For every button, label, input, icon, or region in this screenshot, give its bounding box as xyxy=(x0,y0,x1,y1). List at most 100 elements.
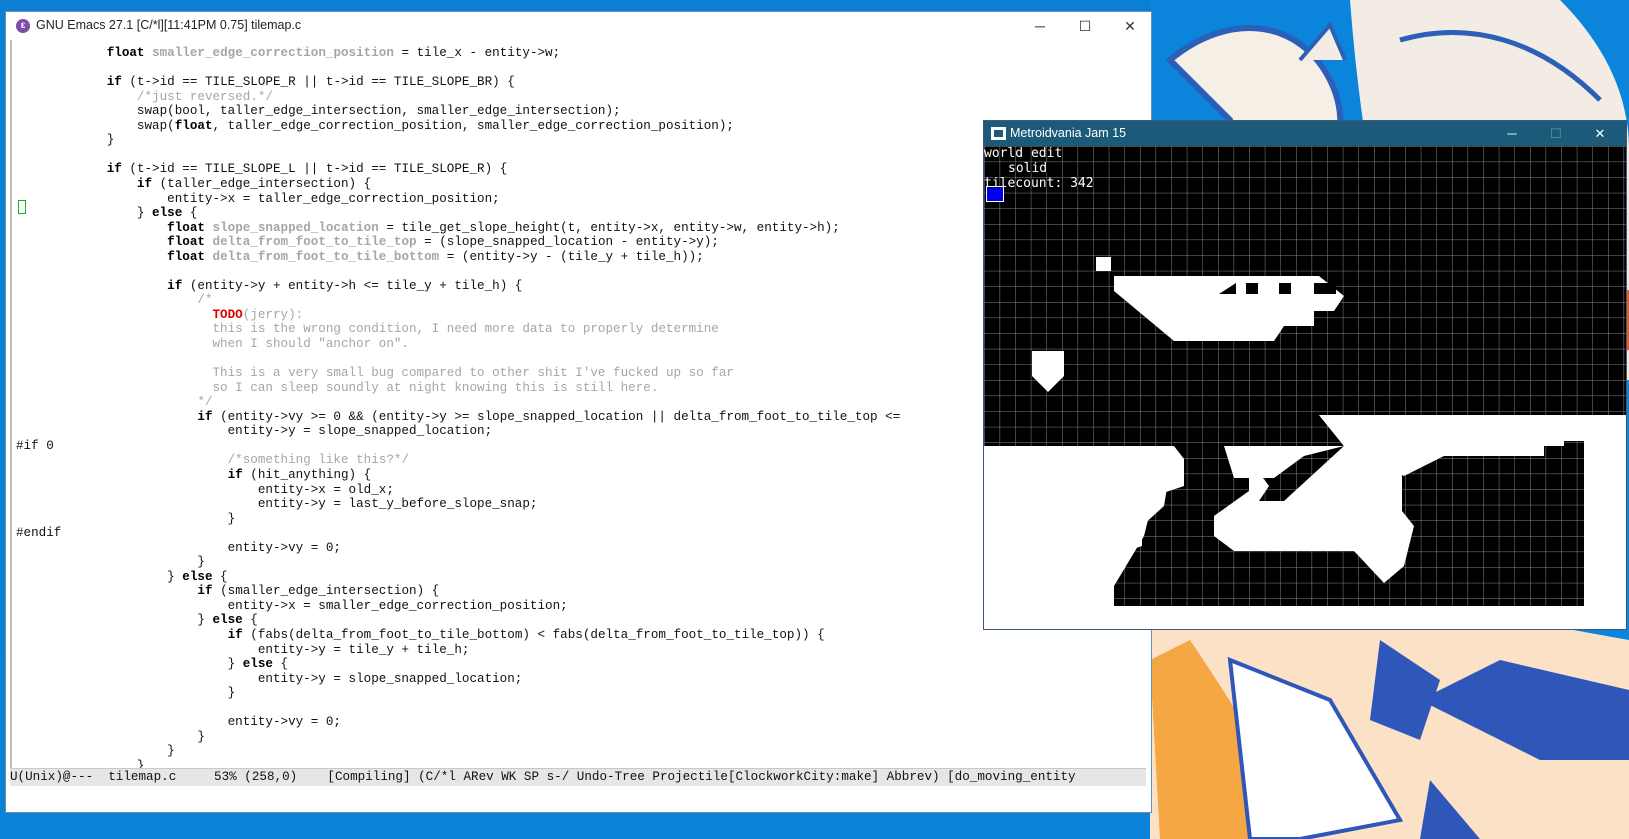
code-token: (entity->vy >= 0 && (entity->y >= slope_… xyxy=(212,409,901,424)
code-line[interactable]: TODO(jerry): xyxy=(16,307,304,323)
emacs-mode-line: U(Unix)@--- tilemap.c 53% (258,0) [Compi… xyxy=(10,768,1146,786)
code-token: { xyxy=(242,613,258,628)
code-line[interactable]: float delta_from_foot_to_tile_bottom = (… xyxy=(16,250,704,265)
game-titlebar[interactable]: Metroidvania Jam 15 ─ ☐ ✕ xyxy=(984,121,1626,146)
code-line[interactable]: } xyxy=(16,730,205,745)
code-token: slope_snapped_location xyxy=(212,220,379,235)
code-line[interactable]: #endif xyxy=(16,526,61,541)
code-line[interactable]: } xyxy=(16,133,115,148)
code-line[interactable]: if (smaller_edge_intersection) { xyxy=(16,584,439,599)
game-window[interactable]: Metroidvania Jam 15 ─ ☐ ✕ world edit sol… xyxy=(984,121,1626,629)
code-token: /* xyxy=(197,293,213,308)
code-token: = tile_x - entity->w; xyxy=(393,46,561,60)
code-line[interactable]: entity->y = slope_snapped_location; xyxy=(16,672,523,687)
code-token: entity->vy = 0; xyxy=(16,715,341,730)
code-line[interactable]: float smaller_edge_correction_position =… xyxy=(16,46,560,61)
code-line[interactable]: } else { xyxy=(16,569,227,585)
code-token: else xyxy=(182,569,213,584)
code-line[interactable]: } xyxy=(16,512,236,527)
code-token: #endif xyxy=(16,526,62,541)
game-viewport[interactable]: world edit solid tilecount: 342 xyxy=(984,146,1626,628)
code-token: float xyxy=(106,46,145,60)
code-token: else xyxy=(212,613,243,628)
code-token: delta_from_foot_to_tile_top xyxy=(212,235,417,250)
code-line[interactable]: This is a very small bug compared to oth… xyxy=(16,366,734,381)
code-token: smaller_edge_correction_position xyxy=(152,46,394,60)
code-token: } xyxy=(16,729,205,744)
code-line[interactable]: if (entity->vy >= 0 && (entity->y >= slo… xyxy=(16,410,900,425)
code-line[interactable]: swap(bool, taller_edge_intersection, sma… xyxy=(16,104,621,119)
code-line[interactable]: float delta_from_foot_to_tile_top = (slo… xyxy=(16,235,719,250)
game-minimize-button[interactable]: ─ xyxy=(1490,121,1534,146)
emacs-maximize-button[interactable]: ☐ xyxy=(1063,14,1107,38)
code-token: (smaller_edge_intersection) { xyxy=(212,584,440,599)
code-line[interactable]: entity->x = old_x; xyxy=(16,483,394,498)
code-token: float xyxy=(167,220,205,235)
game-close-button[interactable]: ✕ xyxy=(1578,121,1622,146)
code-token: entity->y = last_y_before_slope_snap; xyxy=(16,497,538,512)
code-line[interactable]: if (entity->y + entity->h <= tile_y + ti… xyxy=(16,279,522,294)
code-line[interactable]: swap(float, taller_edge_correction_posit… xyxy=(16,119,734,134)
code-token: , taller_edge_correction_position, small… xyxy=(212,118,734,133)
emacs-titlebar[interactable]: ε GNU Emacs 27.1 [C/*l][11:41PM 0.75] ti… xyxy=(6,12,1151,40)
code-token: float xyxy=(167,249,205,264)
code-line[interactable]: so I can sleep soundly at night knowing … xyxy=(16,381,659,396)
code-token: } xyxy=(16,686,236,701)
code-token: TODO xyxy=(212,307,243,322)
code-line[interactable]: if (t->id == TILE_SLOPE_L || t->id == TI… xyxy=(16,162,508,177)
code-line[interactable]: #if 0 xyxy=(16,439,54,454)
code-line[interactable]: entity->vy = 0; xyxy=(16,541,341,556)
code-line[interactable]: */ xyxy=(16,395,212,410)
code-line[interactable]: when I should "anchor on". xyxy=(16,337,410,352)
code-token: if xyxy=(227,467,243,482)
code-token: (entity->y + entity->h <= tile_y + tile_… xyxy=(182,278,523,293)
code-token: } xyxy=(16,133,115,148)
code-line[interactable]: if (hit_anything) { xyxy=(16,467,372,483)
code-line[interactable]: /*something like this?*/ xyxy=(16,453,409,468)
emacs-minibuffer[interactable] xyxy=(10,786,1146,810)
code-line[interactable]: float slope_snapped_location = tile_get_… xyxy=(16,221,840,236)
emacs-minimize-button[interactable]: ─ xyxy=(1018,14,1062,38)
tilemap-view[interactable] xyxy=(984,146,1626,628)
code-line[interactable]: entity->y = slope_snapped_location; xyxy=(16,424,493,439)
code-line[interactable]: /*just reversed.*/ xyxy=(16,90,273,105)
code-line[interactable]: /* xyxy=(16,293,213,308)
code-token: } xyxy=(16,206,153,221)
code-line[interactable]: } else { xyxy=(16,206,198,221)
code-token: } xyxy=(16,657,243,672)
code-line[interactable]: entity->x = taller_edge_correction_posit… xyxy=(16,192,500,207)
emacs-close-button[interactable]: ✕ xyxy=(1108,14,1152,38)
code-line[interactable]: if (t->id == TILE_SLOPE_R || t->id == TI… xyxy=(16,75,515,90)
code-line[interactable]: } xyxy=(16,744,175,759)
code-line[interactable]: } xyxy=(16,686,236,701)
code-line[interactable]: entity->y = tile_y + tile_h; xyxy=(16,643,470,658)
emacs-window[interactable]: ε GNU Emacs 27.1 [C/*l][11:41PM 0.75] ti… xyxy=(6,12,1151,812)
code-editor-buffer[interactable]: float smaller_edge_correction_position =… xyxy=(10,40,1148,797)
code-token: } xyxy=(16,569,183,584)
code-line[interactable]: if (fabs(delta_from_foot_to_tile_bottom)… xyxy=(16,628,825,643)
code-token: { xyxy=(272,657,289,672)
code-line[interactable]: entity->x = smaller_edge_correction_posi… xyxy=(16,599,568,614)
code-line[interactable]: this is the wrong condition, I need more… xyxy=(16,322,719,337)
code-line[interactable]: entity->y = last_y_before_slope_snap; xyxy=(16,497,538,512)
code-line[interactable]: entity->vy = 0; xyxy=(16,715,341,730)
code-token: if xyxy=(197,584,213,599)
code-token: delta_from_foot_to_tile_bottom xyxy=(212,249,440,264)
code-line[interactable]: } else { xyxy=(16,613,258,628)
code-line[interactable]: } xyxy=(16,555,205,570)
code-token: if xyxy=(106,75,122,90)
code-line[interactable]: if (taller_edge_intersection) { xyxy=(16,177,371,192)
code-line[interactable]: } else { xyxy=(16,657,288,672)
code-pane[interactable]: float smaller_edge_correction_position =… xyxy=(16,40,1140,797)
game-maximize-button[interactable]: ☐ xyxy=(1534,121,1578,146)
